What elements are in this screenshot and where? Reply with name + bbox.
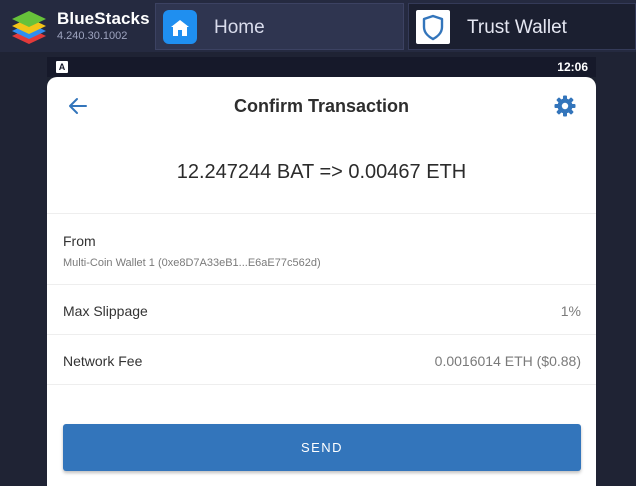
emulator-version: 4.240.30.1002 [57, 30, 128, 42]
network-fee-row: Network Fee 0.0016014 ETH ($0.88) [47, 335, 596, 385]
page-title: Confirm Transaction [233, 96, 410, 116]
tab-home[interactable]: Home [155, 3, 404, 50]
max-slippage-row: Max Slippage 1% [47, 285, 596, 335]
app-bar: Confirm Transaction [47, 77, 596, 135]
notification-a-icon: A [56, 61, 68, 73]
shield-icon [416, 10, 450, 44]
confirm-transaction-card: Confirm Transaction 12.247244 BAT => 0.0… [47, 77, 596, 486]
gear-icon[interactable] [554, 95, 576, 117]
status-time: 12:06 [557, 60, 588, 74]
max-slippage-value: 1% [560, 303, 581, 319]
home-icon [163, 10, 197, 44]
bluestacks-logo-icon [12, 11, 46, 44]
swap-summary-text: 12.247244 BAT => 0.00467 ETH [176, 161, 467, 183]
tab-trust-wallet[interactable]: Trust Wallet [408, 3, 636, 50]
tab-trust-wallet-label: Trust Wallet [467, 17, 567, 38]
emulator-titlebar: BlueStacks 4.240.30.1002 Home Trust Wall… [0, 0, 636, 52]
swap-summary: 12.247244 BAT => 0.00467 ETH [47, 135, 596, 214]
network-fee-value: 0.0016014 ETH ($0.88) [434, 353, 581, 369]
from-row: From Multi-Coin Wallet 1 (0xe8D7A33eB1..… [47, 214, 596, 285]
android-screen: A 12:06 Confirm Transaction 12.247244 BA… [47, 57, 596, 486]
android-status-bar: A 12:06 [47, 57, 596, 77]
from-wallet-address: Multi-Coin Wallet 1 (0xe8D7A33eB1...E6aE… [63, 257, 321, 269]
network-fee-label: Network Fee [63, 353, 143, 369]
send-button[interactable]: SEND [63, 424, 581, 471]
tab-home-label: Home [214, 17, 265, 38]
max-slippage-label: Max Slippage [63, 303, 148, 319]
from-label: From [63, 233, 96, 249]
emulator-name: BlueStacks [57, 9, 150, 28]
